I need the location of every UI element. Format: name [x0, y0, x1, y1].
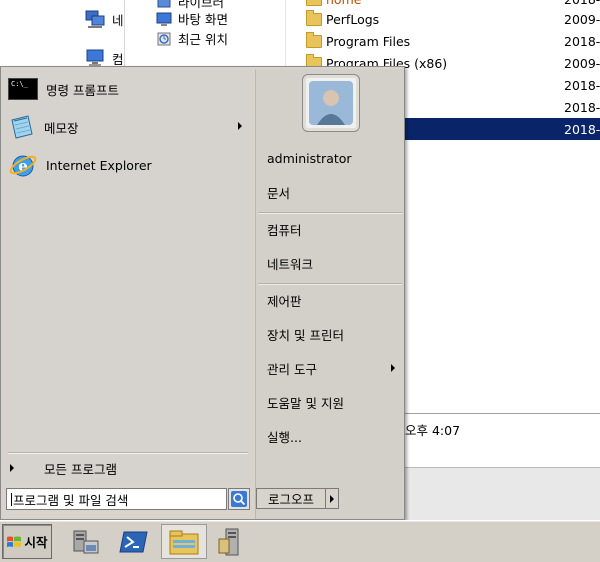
user-avatar-icon [309, 81, 353, 125]
file-date: 2018-0 [564, 121, 600, 137]
nav-item-recent-places[interactable]: 최근 위치 [156, 29, 228, 48]
submenu-arrow-icon [391, 364, 395, 372]
places-item-label: 장치 및 프린터 [267, 327, 344, 343]
expand-arrow-icon [10, 464, 14, 472]
server-tools-icon [218, 528, 239, 555]
file-name: PerfLogs [326, 11, 380, 27]
file-date: 2018-0 [564, 33, 600, 49]
places-item-label: 도움말 및 지원 [267, 395, 344, 411]
taskbar-server-manager[interactable] [66, 524, 106, 559]
user-avatar[interactable] [302, 74, 360, 132]
folder-icon [306, 31, 322, 48]
folder-icon [306, 0, 322, 6]
taskbar-file-explorer[interactable] [161, 524, 207, 559]
file-name: home [326, 0, 564, 7]
windows-logo-icon [7, 536, 22, 547]
file-row[interactable]: Program Files 2018-0 [300, 30, 600, 52]
powershell-icon [119, 531, 148, 552]
places-item-admin-tools[interactable]: 관리 도구 [267, 357, 401, 379]
places-item-documents[interactable]: 문서 [267, 181, 401, 203]
text-cursor [11, 492, 12, 506]
program-internet-explorer[interactable]: e Internet Explorer [8, 148, 248, 182]
file-explorer-icon [169, 530, 199, 554]
places-item-label: 문서 [267, 185, 291, 201]
explorer-status-bar [405, 467, 600, 520]
logoff-label: 로그오프 [267, 492, 314, 507]
recent-places-icon [157, 32, 171, 45]
places-item-help[interactable]: 도움말 및 지원 [267, 391, 401, 413]
places-item-network[interactable]: 네트워크 [267, 252, 401, 274]
places-item-label: 네트워크 [267, 256, 314, 272]
taskbar-powershell[interactable] [114, 524, 154, 559]
search-button[interactable] [228, 488, 250, 510]
menu-divider [8, 452, 248, 454]
places-item-control-panel[interactable]: 제어판 [267, 289, 401, 311]
desktop-icon [156, 12, 172, 26]
program-label: 명령 프롬프트 [46, 82, 119, 98]
places-item-computer[interactable]: 컴퓨터 [267, 218, 401, 240]
server-manager-icon [73, 530, 99, 553]
internet-explorer-icon: e [9, 155, 37, 177]
nav-item-network[interactable]: 네 [84, 8, 124, 30]
places-item-label: 관리 도구 [267, 361, 317, 377]
all-programs-label: 모든 프로그램 [44, 461, 117, 477]
details-modified-time: 오후 4:07 [405, 423, 461, 438]
logoff-button[interactable]: 로그오프 [256, 488, 326, 509]
folder-icon [306, 9, 322, 26]
search-placeholder: 프로그램 및 파일 검색 [13, 492, 129, 508]
submenu-arrow-icon [238, 122, 242, 130]
nav-item-computer[interactable]: 컴 [84, 48, 124, 68]
user-name-item[interactable]: administrator [267, 147, 401, 169]
file-date: 2009-0 [564, 11, 600, 27]
taskbar-server-tools[interactable] [212, 524, 252, 559]
cmd-icon-text: C:\_ [11, 80, 28, 88]
menu-divider [258, 283, 402, 285]
file-row[interactable]: PerfLogs 2009-0 [300, 8, 600, 30]
places-item-run[interactable]: 실행... [267, 425, 401, 447]
user-name: administrator [267, 150, 352, 166]
program-label: Internet Explorer [46, 157, 152, 173]
pane-divider [124, 0, 125, 70]
network-icon [85, 10, 105, 28]
notepad-icon [11, 115, 33, 139]
search-input[interactable]: 프로그램 및 파일 검색 [6, 488, 227, 510]
file-date: 2009-0 [564, 55, 600, 71]
nav-item-label: 컴 [112, 51, 124, 67]
chevron-right-icon [330, 494, 334, 503]
file-date: 2018-0 [564, 0, 600, 7]
program-notepad[interactable]: 메모장 [8, 110, 248, 144]
nav-item-label: 바탕 화면 [178, 12, 228, 27]
nav-item-label: 네 [112, 12, 124, 28]
places-item-label: 실행... [267, 429, 302, 445]
file-name: Program Files [326, 33, 411, 49]
computer-icon [86, 49, 104, 66]
nav-item-label: 최근 위치 [178, 32, 228, 47]
start-button[interactable]: 시작 [2, 524, 52, 559]
file-date: 2018-0 [564, 77, 600, 93]
places-item-label: 컴퓨터 [267, 222, 302, 238]
all-programs-button[interactable]: 모든 프로그램 [10, 457, 117, 479]
command-prompt-icon: C:\_ [8, 78, 38, 100]
program-label: 메모장 [44, 120, 79, 136]
places-item-label: 제어판 [267, 293, 302, 309]
file-date: 2018-0 [564, 99, 600, 115]
nav-item-desktop[interactable]: 바탕 화면 [156, 9, 228, 28]
start-label: 시작 [24, 535, 48, 550]
places-item-devices-printers[interactable]: 장치 및 프린터 [267, 323, 401, 345]
shutdown-options-button[interactable] [326, 488, 339, 509]
menu-divider [258, 212, 402, 214]
search-icon [231, 491, 247, 507]
program-command-prompt[interactable]: C:\_ 명령 프롬프트 [8, 72, 248, 106]
